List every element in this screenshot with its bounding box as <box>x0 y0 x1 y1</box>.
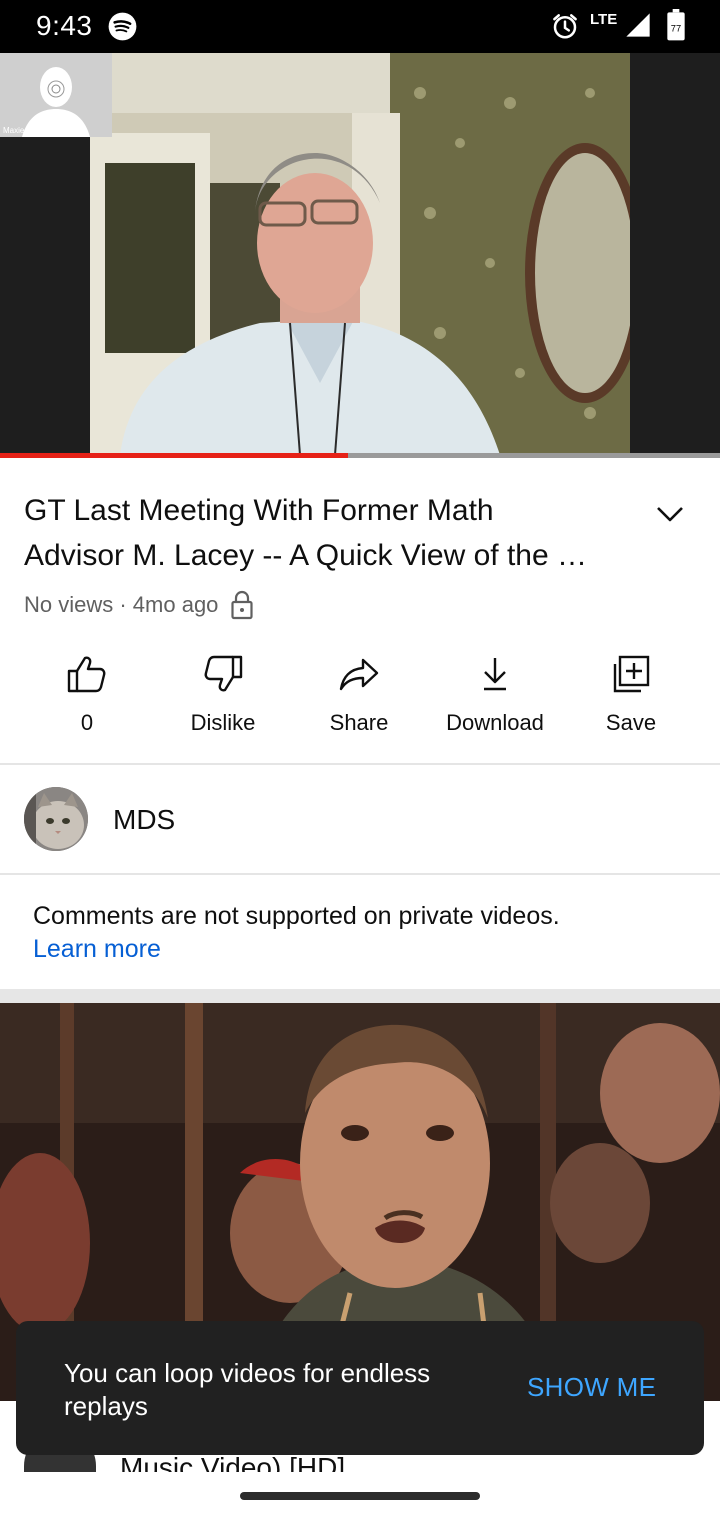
cat-avatar-image <box>24 787 88 851</box>
divider <box>0 763 720 765</box>
share-label: Share <box>329 710 389 735</box>
network-type: LTE <box>590 11 618 28</box>
participant-name: Maxie Schmidt <box>3 126 56 135</box>
status-time: 9:43 <box>36 10 93 41</box>
alarm-icon <box>553 14 577 39</box>
divider <box>0 873 720 875</box>
video-title-line-2: Advisor M. Lacey -- A Quick View of the … <box>24 539 587 572</box>
comments-disabled-notice: Comments are not supported on private vi… <box>33 900 683 966</box>
system-nav-bar <box>0 1472 720 1520</box>
download-label: Download <box>446 710 544 735</box>
save-label: Save <box>605 710 657 735</box>
like-button[interactable]: 0 <box>19 652 155 748</box>
like-icon <box>67 656 106 693</box>
loop-tip-snackbar: You can loop videos for endless replays … <box>16 1321 704 1455</box>
like-count: 0 <box>80 710 94 735</box>
save-button[interactable]: Save <box>563 652 699 748</box>
save-icon <box>613 655 650 693</box>
share-icon <box>339 658 379 691</box>
video-progress-played <box>0 453 348 458</box>
video-actions: 0 Dislike Share Download Save <box>0 652 720 748</box>
snackbar-message: You can loop videos for endless replays <box>64 1358 431 1421</box>
dislike-icon <box>204 655 243 692</box>
comments-message: Comments are not supported on private vi… <box>33 902 560 930</box>
download-button[interactable]: Download <box>427 652 563 748</box>
video-progress-bar[interactable] <box>0 453 720 458</box>
video-title[interactable]: GT Last Meeting With Former Math Advisor… <box>24 488 644 578</box>
channel-avatar[interactable] <box>24 787 88 851</box>
participant-thumbnail: Maxie Schmidt <box>0 53 112 137</box>
share-button[interactable]: Share <box>291 652 427 748</box>
video-player[interactable]: Maxie Schmidt <box>0 53 720 455</box>
learn-more-link[interactable]: Learn more <box>33 933 683 966</box>
video-frame <box>90 53 630 455</box>
video-meta: No views · 4mo ago <box>24 590 254 620</box>
chevron-down-icon[interactable] <box>652 498 688 528</box>
section-separator <box>0 989 720 1003</box>
spotify-icon <box>108 12 137 41</box>
battery-icon: 77 <box>667 9 685 41</box>
show-me-button[interactable]: SHOW ME <box>527 1372 656 1403</box>
lock-icon <box>231 590 254 620</box>
signal-icon <box>626 13 650 37</box>
download-icon <box>484 658 506 691</box>
video-title-line-1: GT Last Meeting With Former Math <box>24 494 494 527</box>
battery-level: 77 <box>671 24 681 34</box>
status-bar: 9:43 LTE 77 <box>0 0 720 53</box>
home-indicator[interactable] <box>240 1492 480 1500</box>
person-silhouette-icon <box>0 53 112 137</box>
channel-name[interactable]: MDS <box>113 804 175 836</box>
dislike-button[interactable]: Dislike <box>155 652 291 748</box>
dislike-label: Dislike <box>190 710 256 735</box>
video-views-age: No views · 4mo ago <box>24 592 219 617</box>
